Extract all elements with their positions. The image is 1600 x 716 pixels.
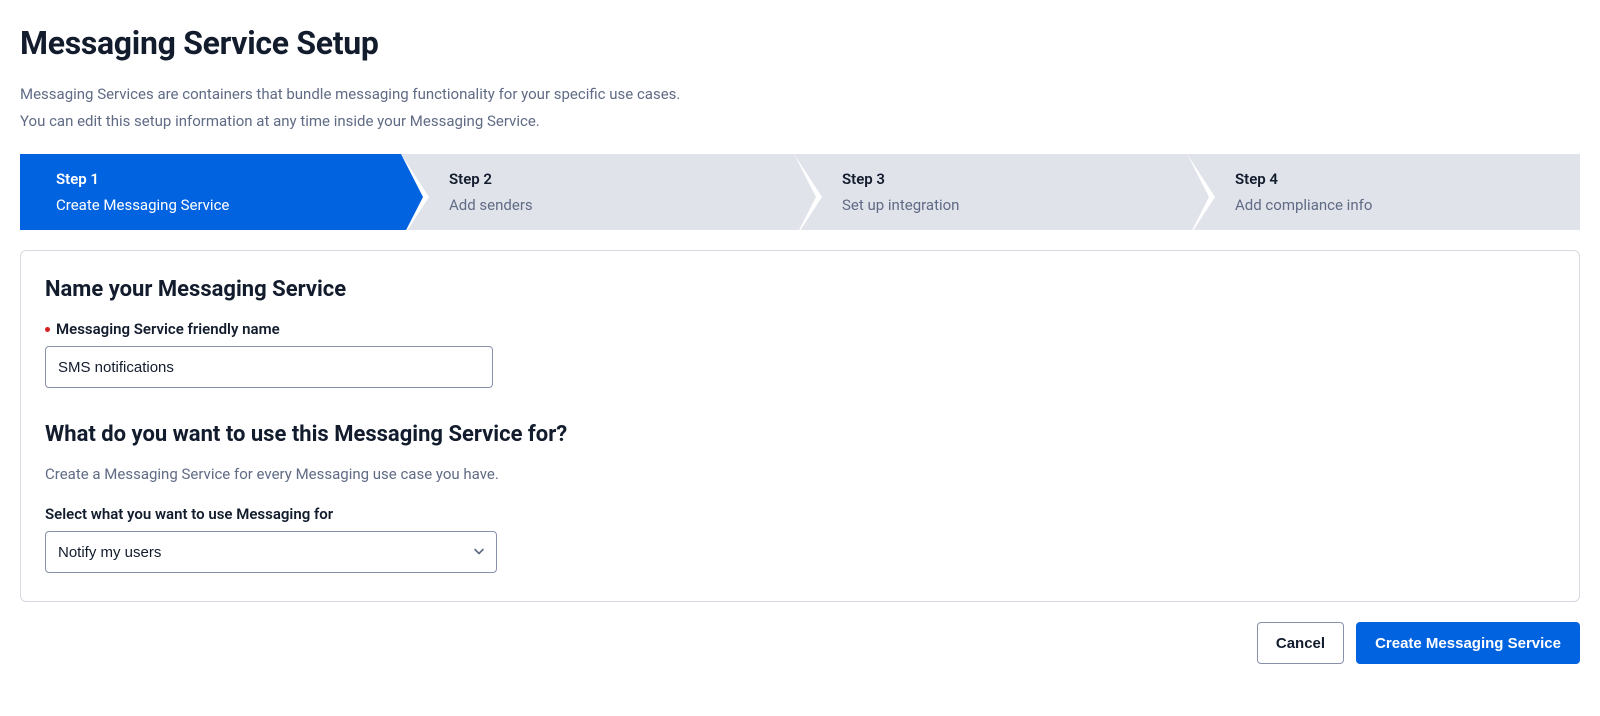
use-select-label: Select what you want to use Messaging fo… xyxy=(45,505,1555,523)
step-2-label: Step 2 xyxy=(449,170,770,188)
required-indicator-icon xyxy=(45,327,50,332)
use-select[interactable]: Notify my users xyxy=(45,531,497,573)
friendly-name-label: Messaging Service friendly name xyxy=(45,320,1555,338)
page-title: Messaging Service Setup xyxy=(20,24,1580,62)
setup-stepper: Step 1 Create Messaging Service Step 2 A… xyxy=(20,154,1580,230)
use-section-title: What do you want to use this Messaging S… xyxy=(45,422,1555,447)
form-footer: Cancel Create Messaging Service xyxy=(20,622,1580,664)
intro-line-1: Messaging Services are containers that b… xyxy=(20,84,1580,105)
use-helper-text: Create a Messaging Service for every Mes… xyxy=(45,465,1555,483)
use-select-wrap: Notify my users xyxy=(45,531,497,573)
intro-line-2: You can edit this setup information at a… xyxy=(20,111,1580,132)
form-card: Name your Messaging Service Messaging Se… xyxy=(20,250,1580,602)
friendly-name-label-text: Messaging Service friendly name xyxy=(56,320,280,338)
use-select-label-text: Select what you want to use Messaging fo… xyxy=(45,505,333,523)
step-2[interactable]: Step 2 Add senders xyxy=(401,154,794,230)
cancel-button[interactable]: Cancel xyxy=(1257,622,1344,664)
step-3-desc: Set up integration xyxy=(842,196,1163,214)
step-1-desc: Create Messaging Service xyxy=(56,196,377,214)
step-4-label: Step 4 xyxy=(1235,170,1556,188)
friendly-name-input[interactable] xyxy=(45,346,493,388)
step-3-label: Step 3 xyxy=(842,170,1163,188)
step-2-desc: Add senders xyxy=(449,196,770,214)
step-1[interactable]: Step 1 Create Messaging Service xyxy=(20,154,401,230)
page-intro: Messaging Services are containers that b… xyxy=(20,84,1580,132)
step-3[interactable]: Step 3 Set up integration xyxy=(794,154,1187,230)
create-messaging-service-button[interactable]: Create Messaging Service xyxy=(1356,622,1580,664)
name-section-title: Name your Messaging Service xyxy=(45,277,1555,302)
step-1-label: Step 1 xyxy=(56,170,377,188)
step-4[interactable]: Step 4 Add compliance info xyxy=(1187,154,1580,230)
step-4-desc: Add compliance info xyxy=(1235,196,1556,214)
